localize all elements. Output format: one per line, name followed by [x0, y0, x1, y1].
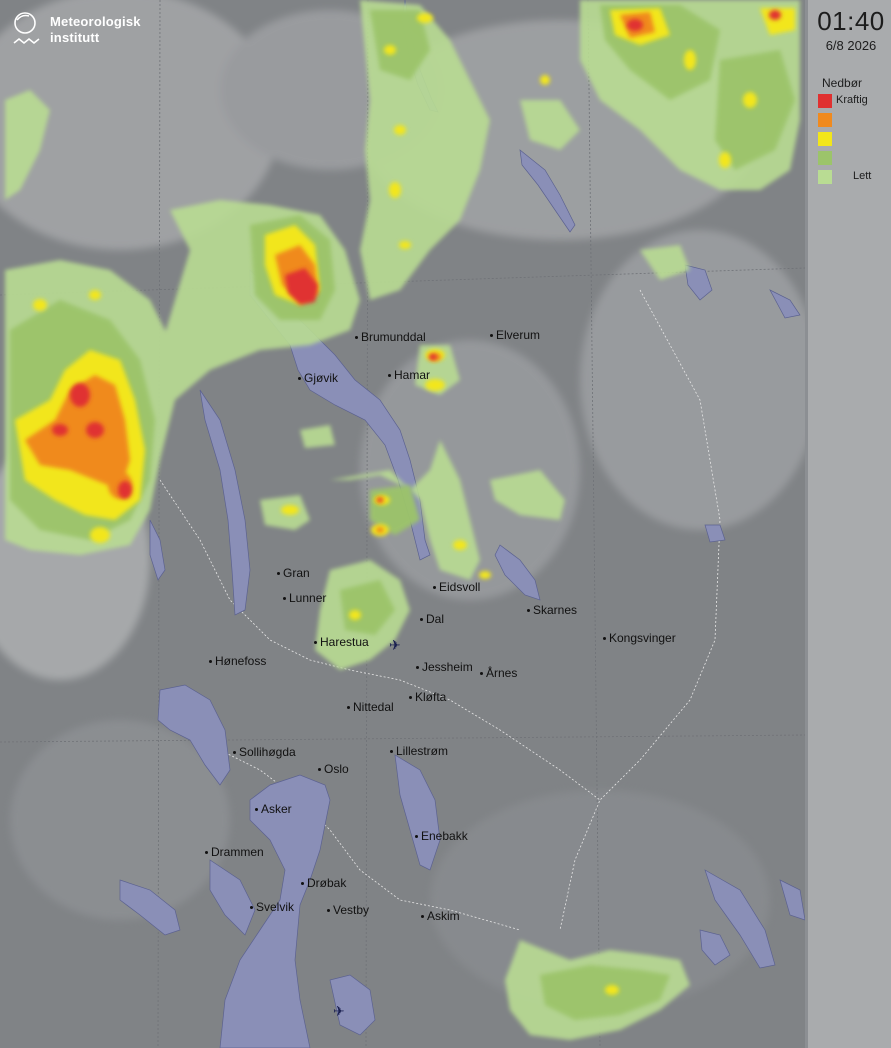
city-marker [603, 637, 606, 641]
city-name: Kløfta [415, 690, 447, 704]
city-marker [314, 641, 317, 645]
map-canvas[interactable] [0, 0, 805, 1048]
city-name: Vestby [333, 903, 370, 917]
city-name: Lunner [289, 591, 327, 605]
city-name: Sollihøgda [239, 745, 296, 759]
met-logo[interactable]: Meteorologisk institutt [12, 10, 182, 54]
city-marker [433, 586, 436, 590]
radar-map-view: Meteorologisk institutt Brumunddal Elver… [0, 0, 891, 1048]
city-name: Lillestrøm [396, 744, 449, 758]
legend-title: Nedbør [822, 76, 863, 90]
city-label: Skarnes [527, 603, 577, 617]
city-label: Lunner [283, 591, 326, 605]
timestamp-time: 01:40 [817, 6, 885, 36]
city-label: Drøbak [301, 876, 346, 890]
city-name: Nittedal [353, 700, 394, 714]
city-label: Kongsvinger [603, 631, 676, 645]
city-marker [480, 672, 483, 676]
city-label: Vestby [327, 903, 369, 917]
city-label: Eidsvoll [433, 580, 480, 594]
timestamp-date: 6/8 2026 [825, 38, 877, 53]
legend-swatch-light [818, 170, 832, 184]
city-label: Askim [421, 909, 460, 923]
city-name: Drammen [211, 845, 264, 859]
city-label: Nittedal [347, 700, 394, 714]
airplane-icon: ✈ [389, 637, 401, 653]
city-label: Gran [277, 566, 310, 580]
legend-swatch-3 [818, 132, 832, 146]
city-name: Enebakk [421, 829, 468, 843]
legend-label-light: Lett [853, 170, 872, 182]
sidebar-panel: 01:40 6/8 2026 Nedbør Kraftig Lett [805, 0, 891, 1048]
city-name: Asker [261, 802, 292, 816]
city-name: Gran [283, 566, 310, 580]
city-name: Askim [427, 909, 460, 923]
city-marker [527, 609, 530, 613]
city-marker [347, 706, 350, 710]
city-label: Asker [255, 802, 292, 816]
city-label: Gjøvik [298, 371, 338, 385]
city-name: Kongsvinger [609, 631, 676, 645]
city-marker [390, 750, 393, 754]
city-marker [301, 882, 304, 886]
city-label: Brumunddal [355, 330, 426, 344]
city-name: Harestua [320, 635, 369, 649]
city-label: Sollihøgda [233, 745, 296, 759]
city-marker [355, 336, 358, 340]
city-name: Brumunddal [361, 330, 426, 344]
city-name: Årnes [486, 666, 518, 680]
city-label: Hønefoss [209, 654, 266, 668]
city-name: Skarnes [533, 603, 578, 617]
city-label: Dal [420, 612, 444, 626]
legend-label-heavy: Kraftig [836, 94, 868, 106]
city-marker [420, 618, 423, 622]
city-marker [415, 835, 418, 839]
city-label: Drammen [205, 845, 264, 859]
city-label: Svelvik [250, 900, 294, 914]
city-name: Hønefoss [215, 654, 267, 668]
city-marker [421, 915, 424, 919]
city-marker [327, 909, 330, 913]
city-marker [409, 696, 412, 700]
city-name: Drøbak [307, 876, 347, 890]
city-label: Hamar [388, 368, 430, 382]
city-label: Årnes [480, 666, 517, 680]
city-name: Hamar [394, 368, 431, 382]
logo-text-line1: Meteorologisk [50, 14, 141, 29]
legend-swatch-heavy [818, 94, 832, 108]
city-marker [233, 751, 236, 755]
city-label: Lillestrøm [390, 744, 448, 758]
city-label: Enebakk [415, 829, 468, 843]
city-marker [318, 768, 321, 772]
city-marker [255, 808, 258, 812]
city-name: Oslo [324, 762, 349, 776]
city-name: Gjøvik [304, 371, 338, 385]
city-label: Harestua [314, 635, 369, 649]
city-label: Kløfta [409, 690, 446, 704]
city-label: Oslo [318, 762, 349, 776]
legend-swatch-2 [818, 113, 832, 127]
logo-text-line2: institutt [50, 30, 100, 45]
city-marker [250, 906, 253, 910]
city-name: Svelvik [256, 900, 295, 914]
city-marker [277, 572, 280, 576]
city-name: Dal [426, 612, 445, 626]
city-marker [205, 851, 208, 855]
city-name: Elverum [496, 328, 541, 342]
city-name: Eidsvoll [439, 580, 481, 594]
city-marker [490, 334, 493, 338]
city-label: Jessheim [416, 660, 473, 674]
city-marker [416, 666, 419, 670]
city-marker [209, 660, 212, 664]
city-marker [388, 374, 391, 378]
city-name: Jessheim [422, 660, 473, 674]
airplane-icon: ✈ [333, 1003, 345, 1019]
city-marker [298, 377, 301, 381]
city-marker [283, 597, 286, 601]
city-label: Elverum [490, 328, 540, 342]
legend-swatch-4 [818, 151, 832, 165]
met-logo-icon [13, 12, 40, 45]
